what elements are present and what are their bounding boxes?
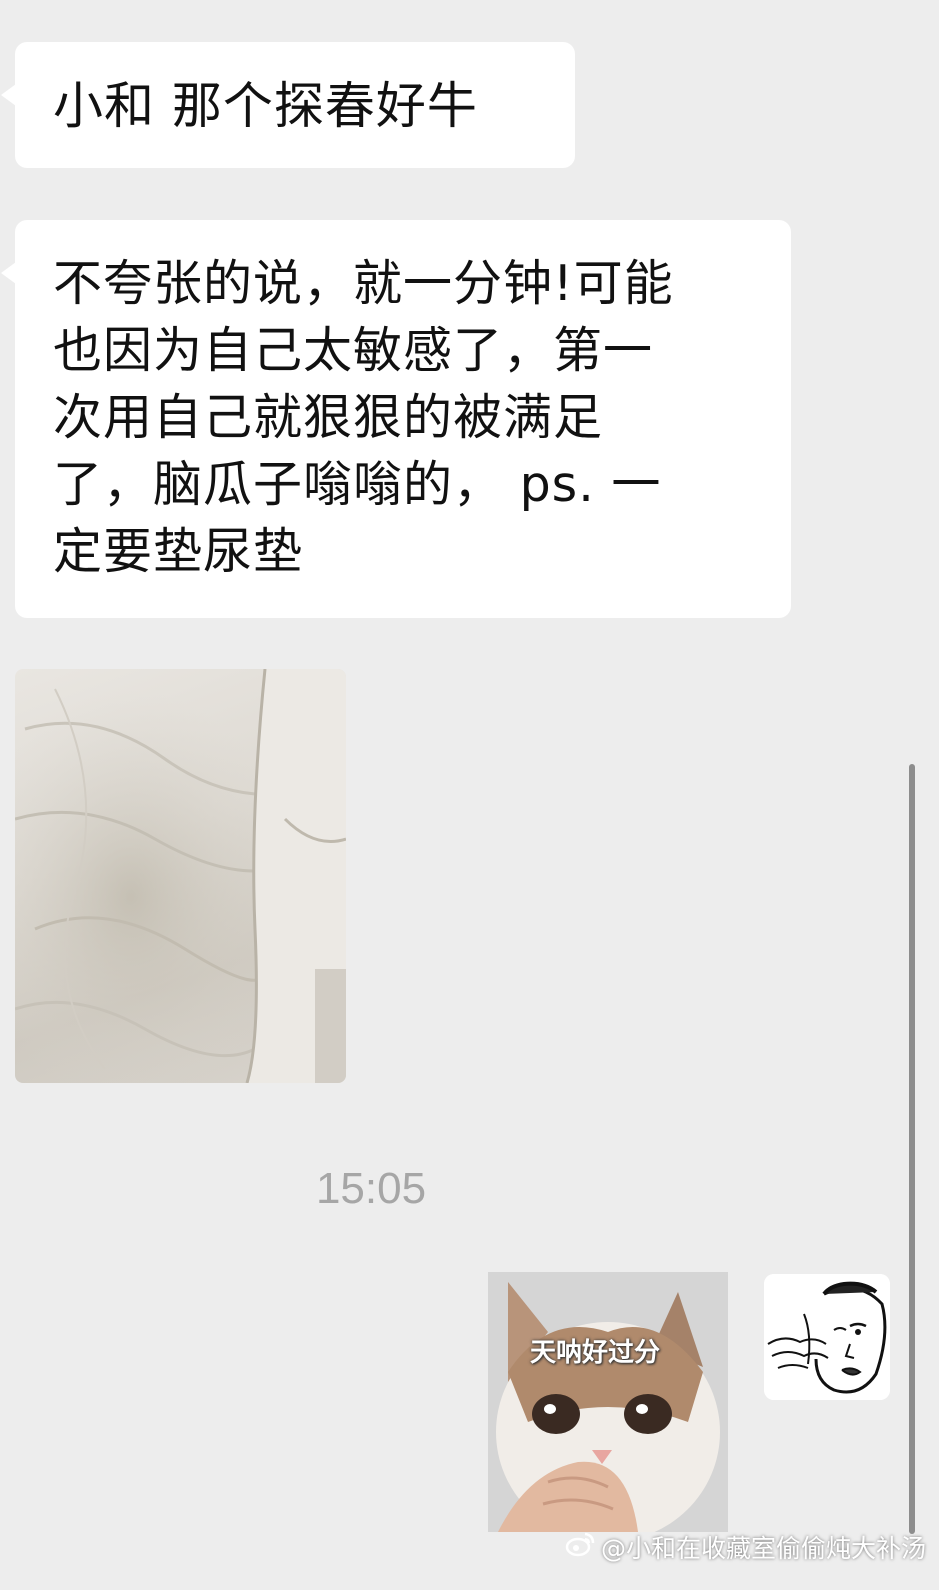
sticker-caption: 天呐好过分 xyxy=(530,1338,661,1368)
watermark-text: @小和在收藏室偷偷炖大补汤 xyxy=(601,1534,927,1563)
sticker-message[interactable]: 天呐好过分 xyxy=(488,1272,728,1532)
message-bubble-incoming[interactable]: 小和 那个探春好牛 xyxy=(1,42,575,168)
message-text-line: 了，脑瓜子嗡嗡的， ps. 一 xyxy=(53,456,662,513)
message-text-line: 不夸张的说，就一分钟!可能 xyxy=(53,255,674,312)
bedsheet-photo xyxy=(15,669,346,1083)
message-text: 小和 那个探春好牛 xyxy=(53,77,478,135)
image-message[interactable] xyxy=(15,669,346,1083)
message-bubble-incoming[interactable]: 不夸张的说，就一分钟!可能 也因为自己太敏感了，第一 次用自己就狠狠的被满足 了… xyxy=(1,220,791,618)
avatar[interactable] xyxy=(764,1274,890,1400)
message-text-line: 也因为自己太敏感了，第一 xyxy=(53,322,654,379)
weibo-icon xyxy=(565,1531,595,1563)
scrollbar[interactable] xyxy=(909,764,915,1534)
watermark: @小和在收藏室偷偷炖大补汤 xyxy=(565,1530,926,1564)
message-text-line: 次用自己就狠狠的被满足 xyxy=(53,389,604,446)
avatar-sketch-face-image xyxy=(764,1274,890,1400)
message-timestamp: 15:05 xyxy=(315,1164,427,1213)
message-text-line: 定要垫尿垫 xyxy=(53,523,304,580)
crying-cat-sticker-image xyxy=(488,1272,728,1532)
